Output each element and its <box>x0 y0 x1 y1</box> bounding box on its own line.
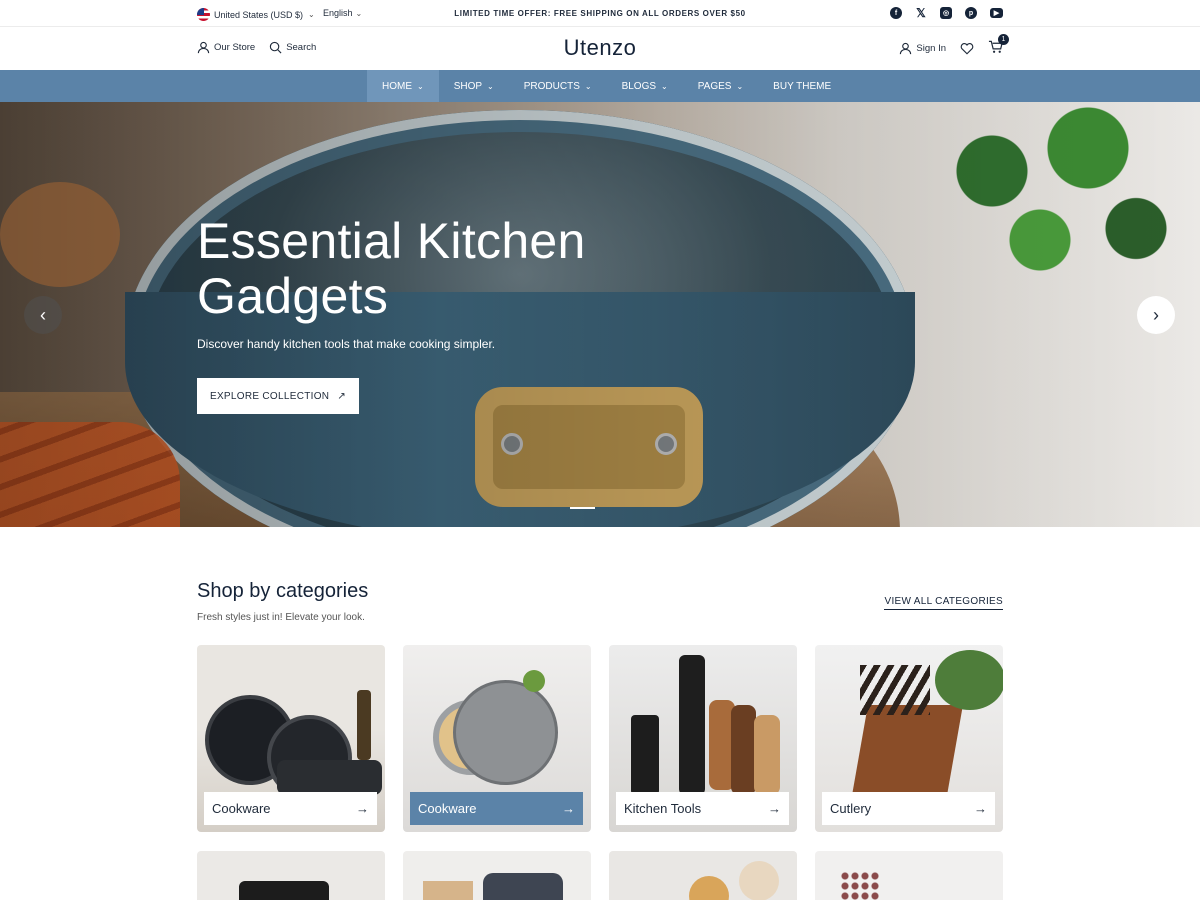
category-card[interactable] <box>197 851 385 900</box>
pinterest-icon[interactable]: p <box>965 7 977 19</box>
explore-collection-button[interactable]: EXPLORE COLLECTION ↗ <box>197 378 359 414</box>
arrow-right-icon: → <box>974 801 987 816</box>
nav-item-pages[interactable]: PAGES ⌄ <box>683 70 758 102</box>
cart-button[interactable]: 1 <box>988 34 1009 57</box>
slider-prev-button[interactable]: ‹ <box>24 296 62 334</box>
sign-in-label: Sign In <box>916 43 946 54</box>
section-title: Shop by categories <box>197 580 369 602</box>
pancakes-image <box>689 876 729 900</box>
nav-label: BUY THEME <box>773 80 832 92</box>
grinder-image <box>679 655 705 795</box>
arrow-right-icon: → <box>562 801 575 816</box>
category-label: Cutlery <box>830 801 872 816</box>
bottle-image <box>357 690 371 760</box>
announcement-bar: United States (USD $) ⌄ English ⌄ LIMITE… <box>0 0 1200 27</box>
wishlist-heart-icon[interactable] <box>960 42 974 55</box>
slider-next-button[interactable]: › <box>1137 296 1175 334</box>
arrow-right-icon: → <box>356 801 369 816</box>
chevron-down-icon: ⌄ <box>584 81 592 91</box>
main-nav: HOME ⌄ SHOP ⌄ PRODUCTS ⌄ BLOGS ⌄ PAGES ⌄ BUY … <box>0 70 1200 102</box>
category-card[interactable] <box>609 851 797 900</box>
chevron-down-icon: ⌄ <box>661 81 668 91</box>
view-all-categories-link[interactable]: VIEW ALL CATEGORIES <box>884 596 1003 610</box>
promo-text: LIMITED TIME OFFER: FREE SHIPPING ON ALL… <box>454 9 746 18</box>
category-label-box: Cutlery → <box>822 792 995 825</box>
social-links: f 𝕏 ◎ p ▶ <box>890 6 1003 20</box>
sign-in-link[interactable]: Sign In <box>899 42 946 55</box>
category-card[interactable]: Cookware → <box>197 645 385 832</box>
chevron-down-icon: ⌄ <box>736 81 744 91</box>
category-label: Cookware <box>212 801 271 816</box>
dried-flowers-image <box>840 871 880 900</box>
grinder-image <box>731 705 756 795</box>
nav-item-buy-theme[interactable]: BUY THEME <box>758 70 846 102</box>
category-label: Cookware <box>418 801 477 816</box>
category-label-box: Cookware → <box>410 792 583 825</box>
facebook-icon[interactable]: f <box>890 7 902 19</box>
user-icon <box>900 42 912 55</box>
site-logo[interactable]: Utenzo <box>0 35 1200 61</box>
category-card[interactable] <box>815 851 1003 900</box>
board-image <box>423 881 473 900</box>
nav-item-shop[interactable]: SHOP ⌄ <box>439 70 509 102</box>
chevron-down-icon: ⌄ <box>417 81 424 91</box>
greens-image <box>935 650 1003 710</box>
dutch-oven-image <box>483 873 563 900</box>
hero-slider: Essential Kitchen Gadgets Discover handy… <box>0 102 1200 527</box>
grinder-image <box>754 715 780 795</box>
cookware-pot-image <box>277 760 382 795</box>
splatter-screen-image <box>453 680 558 785</box>
instagram-icon[interactable]: ◎ <box>940 7 952 19</box>
nav-label: SHOP <box>453 80 483 92</box>
category-card[interactable] <box>403 851 591 900</box>
category-label-box: Kitchen Tools → <box>616 792 789 825</box>
plate-image <box>739 861 779 900</box>
site-header: Our Store Search Utenzo Sign In 1 <box>0 27 1200 70</box>
hero-subtitle: Discover handy kitchen tools that make c… <box>197 337 496 351</box>
nav-label: HOME <box>382 80 412 92</box>
chevron-down-icon: ⌄ <box>487 81 494 91</box>
explore-label: EXPLORE COLLECTION <box>209 390 330 402</box>
nav-label: PRODUCTS <box>523 80 580 92</box>
category-card[interactable]: Kitchen Tools → <box>609 645 797 832</box>
cart-count-badge: 1 <box>998 34 1009 45</box>
x-twitter-icon[interactable]: 𝕏 <box>915 6 927 20</box>
chevron-right-icon: › <box>1153 304 1159 325</box>
category-card[interactable]: Cutlery → <box>815 645 1003 832</box>
category-label-box: Cookware → <box>204 792 377 825</box>
arrow-right-icon: → <box>768 801 781 816</box>
herb-image <box>523 670 545 692</box>
nav-item-blogs[interactable]: BLOGS ⌄ <box>607 70 683 102</box>
hero-title: Essential Kitchen Gadgets <box>197 213 586 324</box>
youtube-icon[interactable]: ▶ <box>990 8 1003 18</box>
grinder-image <box>631 715 659 795</box>
slider-pagination-indicator[interactable] <box>570 507 595 509</box>
section-subtitle: Fresh styles just in! Elevate your look. <box>197 612 365 623</box>
nav-label: PAGES <box>697 80 732 92</box>
arrow-up-right-icon: ↗ <box>337 390 346 402</box>
knife-block-image <box>852 705 963 795</box>
appliance-image <box>239 881 329 900</box>
nav-label: BLOGS <box>621 80 657 92</box>
category-label: Kitchen Tools <box>624 801 702 816</box>
chevron-left-icon: ‹ <box>40 304 46 325</box>
nav-item-home[interactable]: HOME ⌄ <box>367 70 439 102</box>
category-card[interactable]: Cookware → <box>403 645 591 832</box>
knife-handles-image <box>860 665 930 715</box>
nav-item-products[interactable]: PRODUCTS ⌄ <box>509 70 607 102</box>
